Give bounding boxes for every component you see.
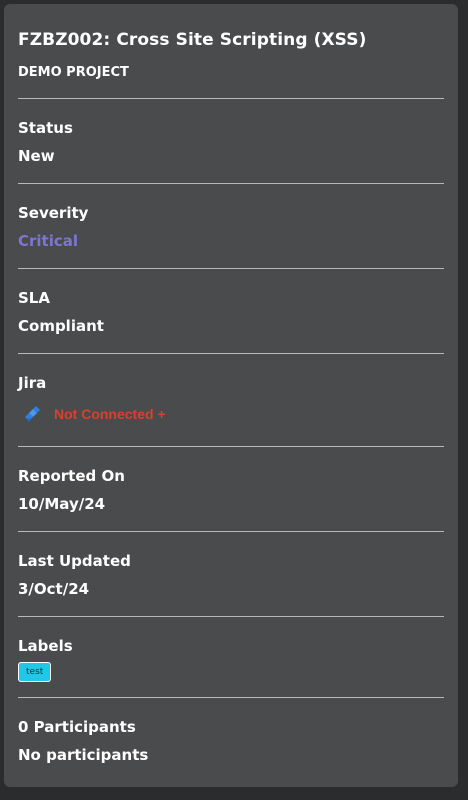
jira-connect-button[interactable]: Not Connected + [54, 406, 166, 422]
divider [18, 183, 444, 184]
labels-label: Labels [18, 637, 73, 655]
status-label: Status [18, 119, 73, 137]
reported-on-value: 10/May/24 [18, 495, 106, 513]
issue-title: FZBZ002: Cross Site Scripting (XSS) [18, 30, 367, 50]
divider [18, 353, 444, 354]
divider [18, 697, 444, 698]
sla-label: SLA [18, 289, 50, 307]
jira-label: Jira [18, 374, 47, 392]
label-tag[interactable]: test [18, 662, 52, 682]
jira-icon [22, 404, 42, 424]
severity-label: Severity [18, 204, 89, 222]
status-value: New [18, 147, 55, 165]
last-updated-label: Last Updated [18, 552, 131, 570]
reported-on-label: Reported On [18, 467, 125, 485]
participants-count: 0 Participants [18, 718, 136, 736]
issue-details-panel: FZBZ002: Cross Site Scripting (XSS) DEMO… [4, 4, 458, 787]
divider [18, 616, 444, 617]
jira-connection[interactable]: Not Connected + [22, 403, 166, 425]
participants-value: No participants [18, 746, 149, 764]
divider [18, 268, 444, 269]
divider [18, 531, 444, 532]
sla-value: Compliant [18, 317, 104, 335]
last-updated-value: 3/Oct/24 [18, 580, 90, 598]
divider [18, 98, 444, 99]
severity-value: Critical [18, 232, 79, 250]
divider [18, 446, 444, 447]
project-name[interactable]: DEMO PROJECT [18, 65, 129, 80]
